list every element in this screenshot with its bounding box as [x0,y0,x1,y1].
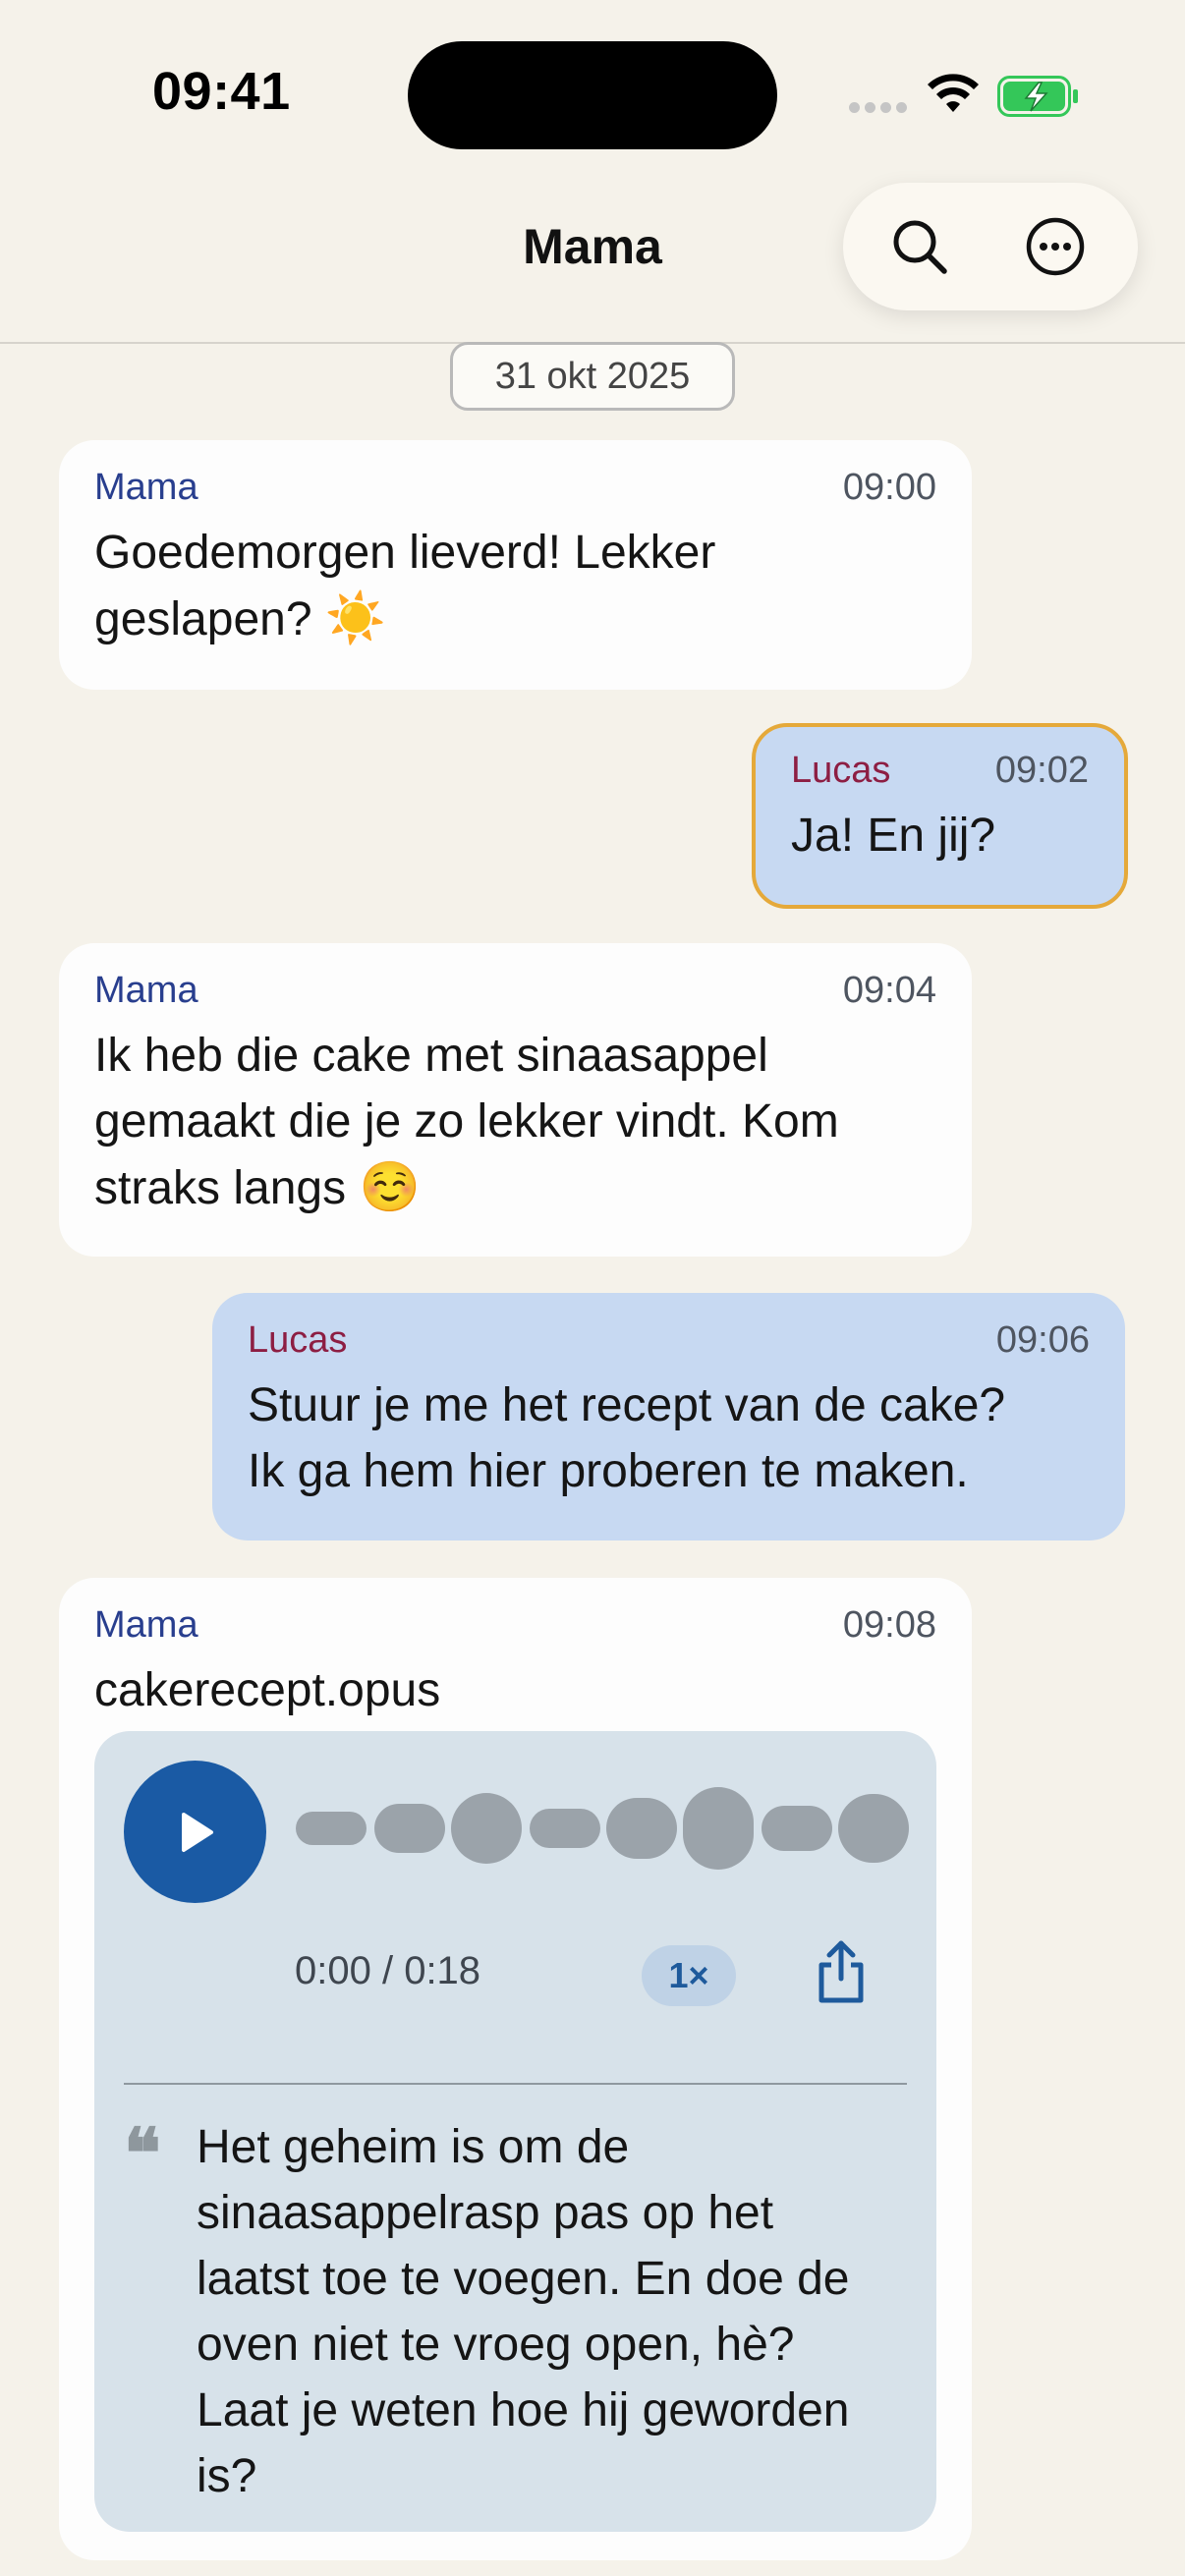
play-button[interactable] [124,1761,266,1903]
transcript-text: Het geheim is om de sinaasappelrasp pas … [197,2121,850,2502]
share-icon[interactable] [812,1939,871,2004]
smiling-face-emoji-icon: ☺️ [359,1158,421,1215]
cellular-signal-icon [849,102,908,116]
transcript-divider [124,2083,907,2085]
message-text: Ja! En jij? [791,810,996,862]
attachment-filename: cakerecept.opus [94,1664,441,1716]
message-time: 09:06 [995,1319,1090,1361]
message-time: 09:08 [842,1604,936,1646]
more-button[interactable] [1016,207,1095,286]
sender-name: Mama [94,1604,198,1646]
status-time: 09:41 [152,62,291,121]
wifi-icon [928,74,979,112]
audio-player-card: 0:00 / 0:18 1× ❝ Het geheim is om de sin… [94,1731,936,2532]
message-time: 09:04 [842,970,936,1011]
play-icon [181,1812,213,1852]
dynamic-island [408,41,777,149]
audio-waveform[interactable] [296,1785,910,1872]
search-button[interactable] [880,207,959,286]
message-text: Goedemorgen lieverd! Lekker geslapen? ☀️ [94,527,716,646]
message-time: 09:00 [842,467,936,508]
sender-name: Lucas [248,1319,348,1361]
playback-speed-button[interactable]: 1× [642,1945,736,2006]
message-time: 09:02 [994,750,1089,791]
message-bubble-incoming[interactable]: Mama 09:00 Goedemorgen lieverd! Lekker g… [59,440,972,690]
date-divider: 31 okt 2025 [450,342,735,411]
message-bubble-outgoing[interactable]: Lucas 09:06 Stuur je me het recept van d… [212,1293,1125,1540]
ellipsis-circle-icon [1026,217,1085,276]
sender-name: Mama [94,970,198,1011]
battery-charging-icon [997,76,1078,117]
search-icon [893,220,947,274]
sender-name: Lucas [791,750,891,791]
message-text: Stuur je me het recept van de cake? Ik g… [248,1379,1006,1497]
sender-name: Mama [94,467,198,508]
message-text: Ik heb die cake met sinaasappel gemaakt … [94,1030,839,1215]
message-bubble-incoming[interactable]: Mama 09:04 Ik heb die cake met sinaasapp… [59,943,972,1257]
header-actions [843,183,1138,310]
quote-icon: ❝ [124,2112,161,2194]
sun-emoji-icon: ☀️ [324,589,387,646]
message-bubble-outgoing-selected[interactable]: Lucas 09:02 Ja! En jij? [752,723,1128,909]
audio-duration: 0:00 / 0:18 [295,1949,481,1992]
